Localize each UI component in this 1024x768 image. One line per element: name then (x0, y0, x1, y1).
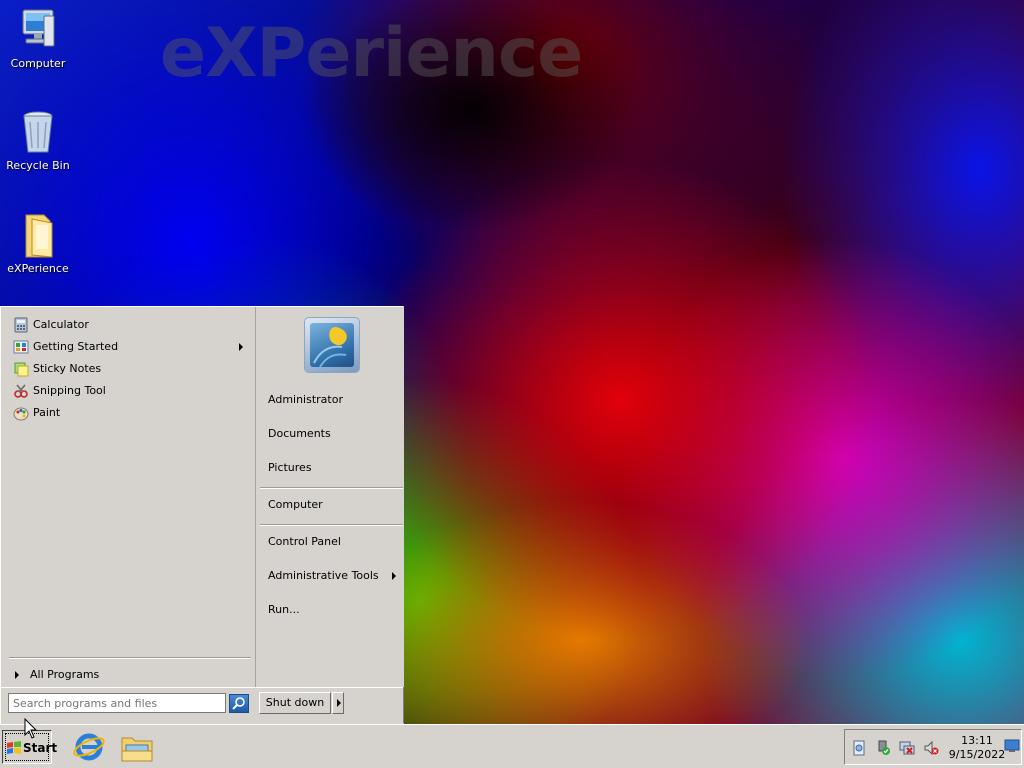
windows-logo-icon (7, 741, 21, 754)
folder-icon (25, 214, 53, 258)
submenu-arrow-icon (392, 572, 396, 580)
quicklaunch-internet-explorer[interactable] (72, 731, 106, 763)
program-sticky-notes[interactable]: Sticky Notes (11, 359, 247, 379)
program-label: Paint (33, 406, 61, 419)
windows-explorer-icon (121, 737, 153, 762)
program-label: Sticky Notes (33, 362, 102, 375)
desktop-icon-experience[interactable]: eXPerience (2, 211, 74, 275)
program-label: Snipping Tool (33, 384, 106, 397)
program-label: Calculator (33, 318, 89, 331)
clock-date: 9/15/2022 (948, 748, 1006, 761)
places-label: Administrative Tools (268, 569, 379, 582)
recycle-bin-icon (23, 111, 53, 153)
mouse-cursor-icon (24, 718, 38, 739)
taskbar: Start 13:11 9/15/2022 (0, 724, 1024, 768)
search-button[interactable] (229, 694, 249, 713)
submenu-arrow-icon (239, 343, 243, 351)
places-administrator[interactable]: Administrator (268, 389, 400, 411)
desktop-icon-label: Recycle Bin (6, 159, 70, 172)
separator (260, 524, 403, 526)
program-getting-started[interactable]: Getting Started (11, 337, 247, 357)
action-center-icon[interactable] (851, 740, 867, 756)
program-paint[interactable]: Paint (11, 403, 247, 423)
user-picture[interactable] (304, 317, 360, 373)
user-picture-image (310, 323, 354, 367)
notification-area: 13:11 9/15/2022 (844, 729, 1022, 765)
start-menu: Calculator Getting Started Sticky Notes (0, 306, 404, 724)
volume-muted-icon[interactable] (923, 740, 939, 756)
start-menu-bottom-bar: Shut down (1, 687, 403, 724)
program-label: Getting Started (33, 340, 119, 353)
show-desktop-icon[interactable] (1004, 739, 1020, 753)
getting-started-icon (13, 340, 29, 354)
shutdown-button[interactable]: Shut down (259, 692, 331, 714)
calculator-icon (14, 317, 28, 333)
computer-icon (22, 9, 55, 47)
quicklaunch-windows-explorer[interactable] (120, 731, 154, 763)
all-programs-label: All Programs (30, 668, 100, 681)
user-flower-icon (313, 327, 347, 367)
wallpaper-text: eXPerience (160, 14, 583, 93)
program-calculator[interactable]: Calculator (11, 315, 247, 335)
places-documents[interactable]: Documents (268, 423, 400, 445)
separator (260, 487, 403, 489)
internet-explorer-icon (73, 733, 105, 761)
snipping-tool-icon (14, 384, 28, 398)
desktop-icon-recycle-bin[interactable]: Recycle Bin (2, 108, 74, 172)
desktop-icon-label: Computer (10, 57, 66, 70)
safely-remove-hardware-icon[interactable] (875, 740, 891, 756)
network-disconnected-icon[interactable] (899, 740, 915, 756)
places-pictures[interactable]: Pictures (268, 457, 400, 479)
places-run[interactable]: Run... (268, 599, 400, 621)
start-button-label: Start (23, 741, 58, 755)
all-programs-item[interactable]: All Programs (11, 665, 247, 685)
program-snipping-tool[interactable]: Snipping Tool (11, 381, 247, 401)
desktop-icon-label: eXPerience (7, 262, 69, 275)
expand-arrow-icon (15, 671, 19, 679)
desktop-icon-computer[interactable]: Computer (2, 6, 74, 70)
chevron-right-icon (337, 699, 341, 707)
paint-icon (13, 407, 29, 421)
shutdown-options-button[interactable] (332, 692, 344, 714)
search-icon (232, 697, 245, 710)
places-control-panel[interactable]: Control Panel (268, 531, 400, 553)
start-menu-programs-pane: Calculator Getting Started Sticky Notes (3, 309, 253, 689)
clock[interactable]: 13:11 9/15/2022 (945, 734, 1009, 762)
separator (9, 657, 251, 659)
sticky-notes-icon (14, 362, 29, 377)
clock-time: 13:11 (961, 734, 993, 747)
places-administrative-tools[interactable]: Administrative Tools (268, 565, 400, 587)
start-menu-places-pane: Administrator Documents Pictures Compute… (255, 307, 404, 687)
search-input[interactable] (8, 693, 226, 713)
places-computer[interactable]: Computer (268, 494, 400, 516)
